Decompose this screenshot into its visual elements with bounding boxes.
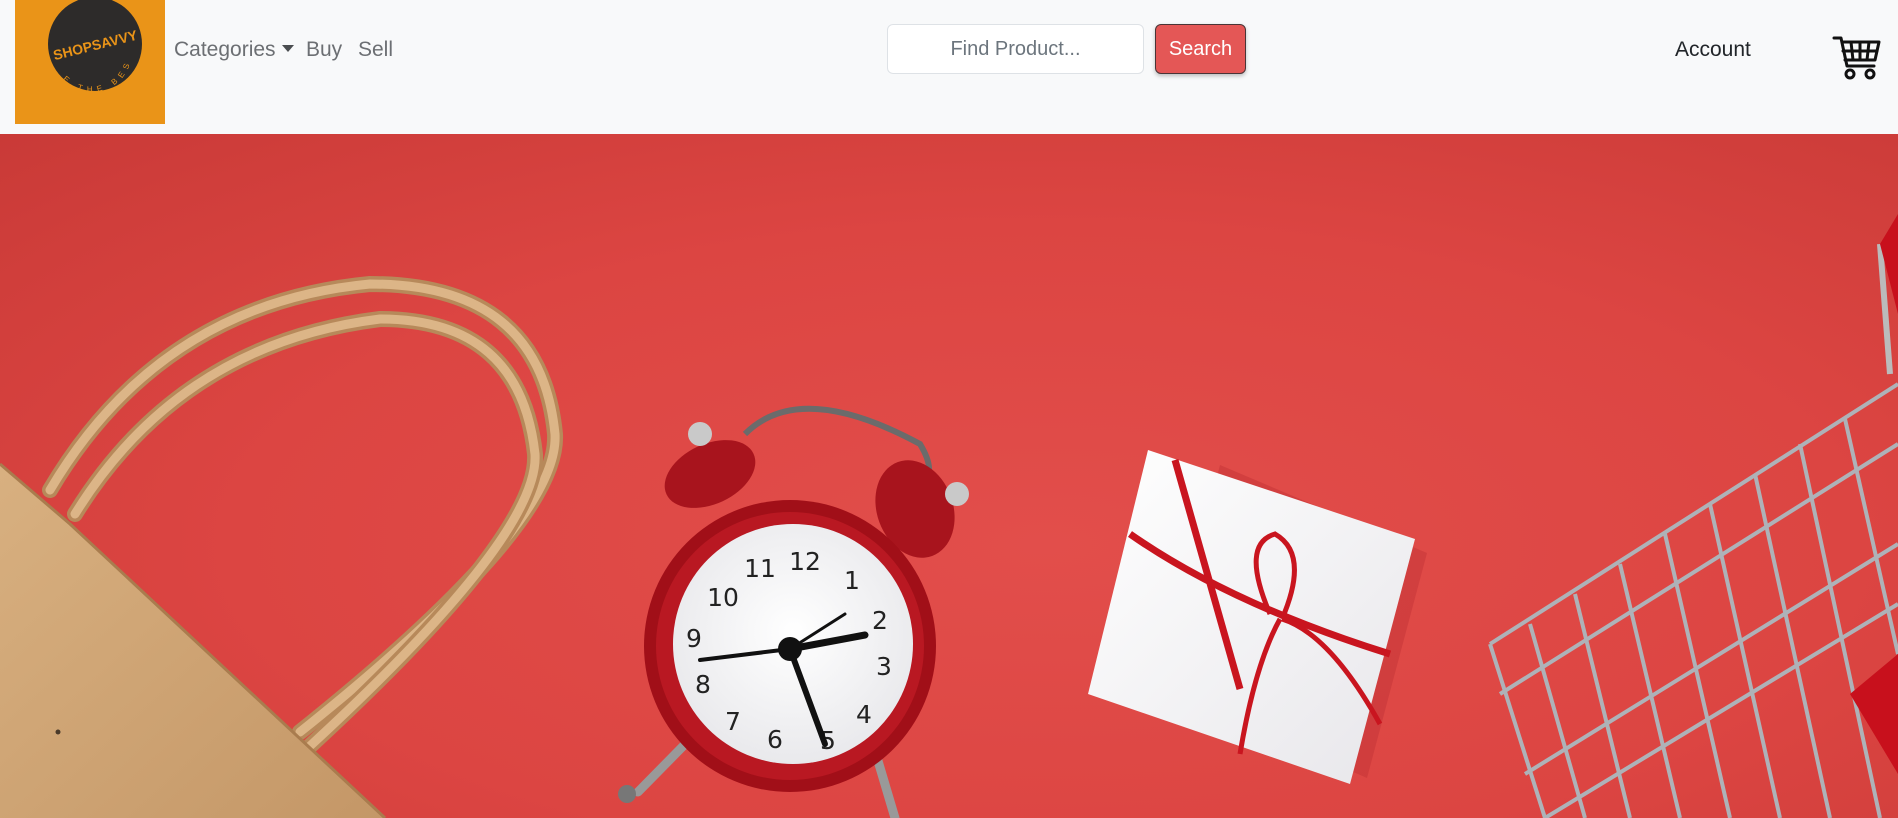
svg-text:1: 1 (844, 566, 860, 595)
search-button[interactable]: Search (1155, 24, 1246, 74)
nav-categories-label: Categories (174, 38, 276, 61)
nav-categories-dropdown[interactable]: Categories (174, 36, 294, 64)
navbar: SHOPSAVVY WE THE BEST Categories Buy Sel… (0, 0, 1898, 134)
svg-text:4: 4 (856, 700, 872, 729)
nav-buy-link[interactable]: Buy (306, 36, 342, 64)
account-link[interactable]: Account (1675, 36, 1751, 64)
svg-text:10: 10 (707, 583, 739, 612)
brand-logo[interactable]: SHOPSAVVY WE THE BEST (15, 0, 165, 124)
svg-text:6: 6 (767, 725, 783, 754)
brand-logo-icon: SHOPSAVVY WE THE BEST (15, 0, 142, 112)
svg-text:2: 2 (872, 606, 888, 635)
shopping-cart-illustration (1488, 243, 1898, 818)
shopping-cart-icon (1832, 36, 1881, 80)
hero-banner: 12 1 2 3 4 5 6 7 8 9 10 11 (0, 134, 1898, 818)
paper-bag-illustration (0, 275, 564, 818)
search-input[interactable] (887, 24, 1144, 74)
svg-text:9: 9 (686, 624, 702, 653)
svg-text:11: 11 (744, 554, 776, 583)
alarm-clock-illustration: 12 1 2 3 4 5 6 7 8 9 10 11 (618, 405, 969, 818)
cart-button[interactable] (1832, 34, 1882, 84)
gift-box-illustration (1088, 450, 1427, 784)
caret-down-icon (281, 45, 294, 52)
nav-sell-link[interactable]: Sell (358, 36, 393, 64)
svg-text:12: 12 (789, 547, 821, 576)
svg-text:8: 8 (695, 670, 711, 699)
svg-text:7: 7 (725, 707, 741, 736)
hero-image: 12 1 2 3 4 5 6 7 8 9 10 11 (0, 214, 1898, 818)
svg-text:3: 3 (876, 652, 892, 681)
